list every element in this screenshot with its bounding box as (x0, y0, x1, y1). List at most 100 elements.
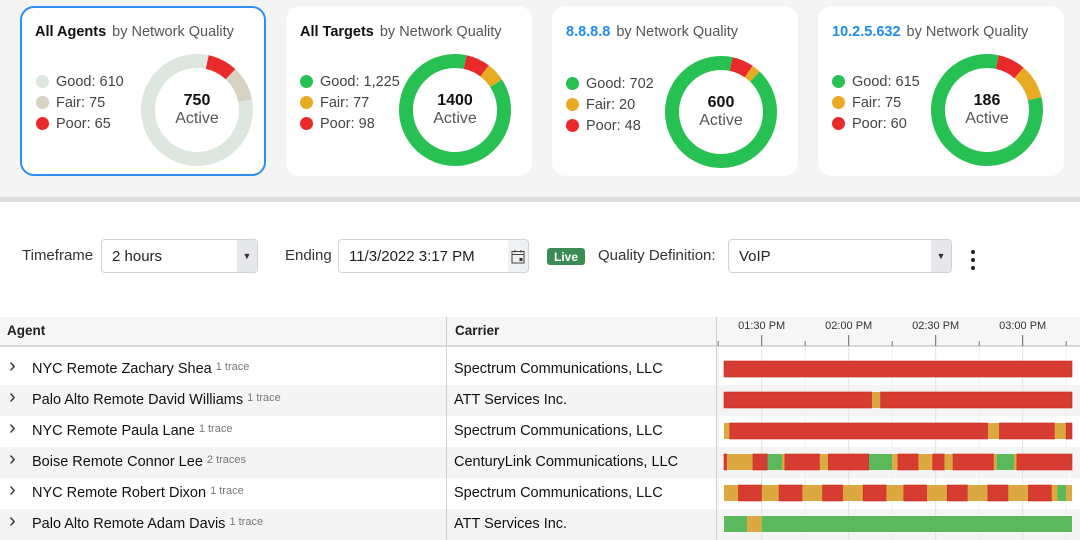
timeline-segment-poor[interactable] (778, 484, 803, 502)
timeline-segment-good[interactable] (869, 454, 893, 470)
timeline-segment-poor[interactable] (784, 453, 821, 471)
legend-item-good: Good: 615 (832, 71, 920, 92)
live-badge[interactable]: Live (547, 248, 585, 265)
timeline-segment-good[interactable] (1057, 485, 1067, 501)
chevron-down-icon[interactable]: ▼ (931, 240, 951, 272)
timeline-segment-poor[interactable] (987, 484, 1009, 502)
card-subtitle: by Network Quality (112, 24, 234, 40)
chevron-down-icon[interactable]: ▼ (237, 240, 257, 272)
timeline-segment-fair[interactable] (761, 485, 780, 501)
card-subtitle: by Network Quality (616, 24, 739, 40)
donut-chart[interactable]: 1400 Active (392, 47, 518, 173)
timeline-segment-fair[interactable] (993, 454, 997, 470)
network-quality-card[interactable]: 8.8.8.8 by Network Quality Good: 702 Fair:… (552, 6, 798, 176)
timeline-segment-good[interactable] (996, 454, 1014, 470)
expand-chevron-icon[interactable]: › (9, 417, 16, 440)
timeline-segment-fair[interactable] (842, 485, 864, 501)
timeline-segment-good[interactable] (767, 454, 783, 470)
legend-dot-icon (300, 75, 313, 88)
timeline-segment-poor[interactable] (999, 422, 1055, 440)
card-legend: Good: 610 Fair: 75 Poor: 65 (36, 71, 124, 134)
quality-definition-select[interactable]: VoIP ▼ (728, 239, 952, 273)
timeline-segment-poor[interactable] (903, 484, 928, 502)
network-quality-card[interactable]: All Targets by Network Quality Good: 1,22… (286, 6, 532, 176)
timeline-segment-fair[interactable] (724, 423, 730, 439)
timeline-segment-fair[interactable] (944, 454, 954, 470)
donut-chart[interactable]: 186 Active (924, 47, 1050, 173)
timeline-segment-good[interactable] (761, 516, 1072, 532)
timeline-segment-fair[interactable] (1066, 485, 1072, 501)
donut-total: 600 (707, 94, 735, 111)
legend-dot-icon (566, 119, 579, 132)
donut-chart[interactable]: 750 Active (134, 47, 260, 173)
timeline-segment-poor[interactable] (738, 484, 763, 502)
timeline-segment-poor[interactable] (752, 453, 768, 471)
timeline-segment-fair[interactable] (927, 485, 948, 501)
timeframe-value: 2 hours (112, 247, 163, 265)
column-header-carrier[interactable]: Carrier (455, 323, 499, 338)
timeline-segment-poor[interactable] (729, 422, 989, 440)
network-quality-card[interactable]: 10.2.5.632 by Network Quality Good: 615 Fa… (818, 6, 1064, 176)
legend-dot-icon (566, 77, 579, 90)
timeline-segment-fair[interactable] (1008, 485, 1029, 501)
timeline-segment-poor[interactable] (932, 453, 945, 471)
expand-chevron-icon[interactable]: › (9, 510, 16, 533)
donut-chart[interactable]: 600 Active (658, 49, 784, 175)
timeline-segment-poor[interactable] (947, 484, 968, 502)
ending-date-input[interactable]: 11/3/2022 3:17 PM (338, 239, 529, 273)
timeline-segment-fair[interactable] (782, 454, 785, 470)
timeline-segment-fair[interactable] (918, 454, 933, 470)
timeline-segment-fair[interactable] (886, 485, 904, 501)
timeline-segment-good[interactable] (724, 516, 748, 532)
card-title: 10.2.5.632 by Network Quality (832, 24, 1028, 40)
timeline-segment-fair[interactable] (726, 454, 753, 470)
timeline-segment-poor[interactable] (952, 453, 995, 471)
trace-count: 1 trace (198, 423, 233, 435)
timeline-segment-fair[interactable] (1051, 485, 1058, 501)
agent-label: NYC Remote Paula Lane (32, 423, 195, 439)
timeline-segment-fair[interactable] (967, 485, 988, 501)
timeline-segment-fair[interactable] (987, 423, 1000, 439)
legend-item-poor: Poor: 60 (832, 113, 920, 134)
timeframe-select[interactable]: 2 hours ▼ (101, 239, 258, 273)
more-options-icon[interactable] (966, 250, 980, 270)
expand-chevron-icon[interactable]: › (9, 479, 16, 502)
card-title-main[interactable]: 8.8.8.8 (566, 24, 610, 40)
timeline-segment-poor[interactable] (1065, 422, 1073, 440)
calendar-icon[interactable] (508, 240, 528, 272)
donut-total: 750 (183, 92, 211, 109)
card-title-main[interactable]: 10.2.5.632 (832, 24, 901, 40)
expand-chevron-icon[interactable]: › (9, 386, 16, 409)
timeline-segment-poor[interactable] (828, 453, 870, 471)
card-legend: Good: 1,225 Fair: 77 Poor: 98 (300, 71, 400, 134)
timeline-segment-fair[interactable] (819, 454, 829, 470)
timeline-segment-poor[interactable] (822, 484, 844, 502)
timeline-segment-poor[interactable] (723, 360, 1073, 378)
timeline-segment-fair[interactable] (871, 392, 881, 408)
timeline-segment-fair[interactable] (747, 516, 762, 532)
timeline-segment-poor[interactable] (897, 453, 919, 471)
timeline-segment-fair[interactable] (802, 485, 823, 501)
agent-name: Boise Remote Connor Lee 2 traces (32, 454, 246, 470)
timeline-segment-fair[interactable] (724, 485, 739, 501)
column-resizer[interactable] (446, 317, 447, 540)
legend-label: Good: 615 (852, 73, 920, 90)
timeframe-label: Timeframe (22, 247, 94, 264)
column-header-agent[interactable]: Agent (7, 323, 45, 338)
timeline-segment-poor[interactable] (1028, 484, 1053, 502)
timeline-segment-fair[interactable] (1054, 423, 1067, 439)
agent-label: Boise Remote Connor Lee (32, 454, 203, 470)
network-quality-card[interactable]: All Agents by Network Quality Good: 610 Fa… (20, 6, 266, 176)
timeline-segment-poor[interactable] (880, 391, 1073, 409)
expand-chevron-icon[interactable]: › (9, 448, 16, 471)
timeline-segment-fair[interactable] (892, 454, 898, 470)
timeline-segment-poor[interactable] (723, 453, 728, 471)
legend-label: Fair: 75 (56, 94, 106, 111)
timeline-segment-poor[interactable] (862, 484, 887, 502)
timeline-segment-poor[interactable] (1016, 453, 1073, 471)
expand-chevron-icon[interactable]: › (9, 355, 16, 378)
agent-label: Palo Alto Remote Adam Davis (32, 516, 226, 532)
timeline-segment-fair[interactable] (1014, 454, 1017, 470)
legend-label: Poor: 60 (852, 115, 907, 132)
timeline-segment-poor[interactable] (723, 391, 873, 409)
